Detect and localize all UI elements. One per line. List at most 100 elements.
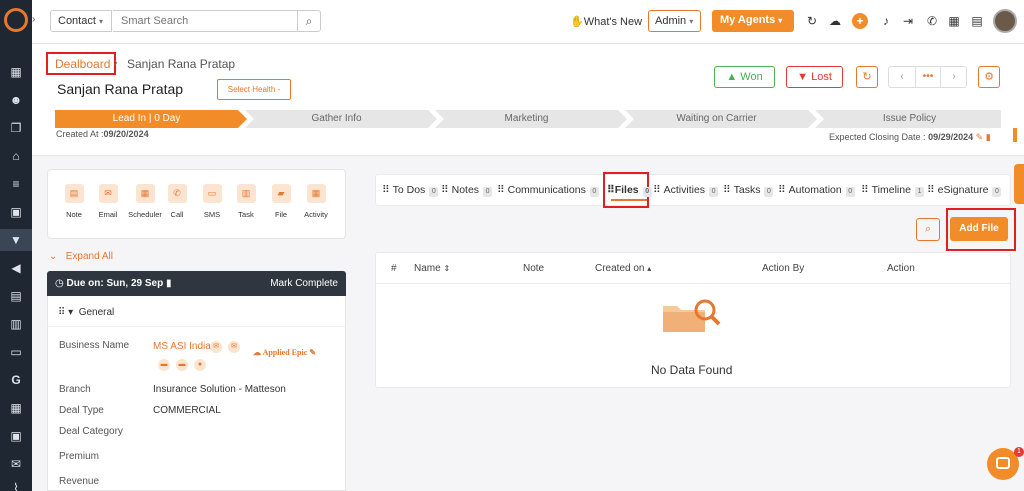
- action-activity[interactable]: ▦ Activity: [296, 184, 336, 219]
- column-header: Action By: [762, 263, 805, 274]
- tab-esignature[interactable]: ⠿ eSignature 0: [927, 184, 1002, 197]
- won-label: Won: [740, 71, 763, 83]
- won-button[interactable]: ▲ Won: [714, 66, 775, 88]
- email-icon[interactable]: ✉: [228, 341, 240, 353]
- chevron-down-icon: ▾: [778, 16, 783, 25]
- mark-complete-button[interactable]: Mark Complete: [270, 278, 338, 289]
- whats-new-link[interactable]: ✋What's New: [570, 15, 642, 28]
- id-card-icon[interactable]: ▣: [9, 205, 23, 219]
- more-options-button[interactable]: •••: [915, 67, 941, 87]
- lost-button[interactable]: ▼ Lost: [786, 66, 843, 88]
- tab-label: Automation: [788, 184, 842, 196]
- action-file[interactable]: ▰ File: [261, 184, 301, 219]
- expand-all-link[interactable]: ⌄ Expand All: [49, 251, 113, 262]
- tab-communications[interactable]: ⠿ Communications 0: [497, 184, 599, 197]
- tab-count: 0: [992, 187, 1002, 197]
- report-icon[interactable]: ▤: [9, 289, 23, 303]
- admin-select[interactable]: Admin ▾: [648, 10, 701, 32]
- email-icon[interactable]: ✉: [210, 341, 222, 353]
- location-icon[interactable]: ●: [194, 359, 206, 371]
- tab-label: Files: [614, 184, 639, 196]
- prev-record-button[interactable]: ‹: [889, 67, 915, 87]
- sidebar-toggle-icon[interactable]: ›: [32, 14, 42, 28]
- select-health-button[interactable]: Select Health -: [217, 79, 291, 100]
- tab-activities[interactable]: ⠿ Activities 0: [653, 184, 719, 197]
- table-icon[interactable]: ▦: [9, 401, 23, 415]
- business-name-value[interactable]: MS ASI India: [153, 341, 211, 352]
- chat-icon[interactable]: ▬: [158, 359, 170, 371]
- edit-icon[interactable]: ✎: [976, 132, 984, 142]
- folder-icon[interactable]: ▭: [9, 345, 23, 359]
- dashboard-icon[interactable]: ▦: [9, 65, 23, 79]
- action-email[interactable]: ✉ Email: [88, 184, 128, 219]
- analytics-icon[interactable]: ⌇: [9, 481, 23, 491]
- refresh-icon[interactable]: ↻: [805, 14, 819, 28]
- calendar-icon[interactable]: ▣: [9, 429, 23, 443]
- user-avatar[interactable]: [993, 9, 1017, 33]
- tab-notes[interactable]: ⠿ Notes 0: [441, 184, 493, 197]
- tab-files[interactable]: ⠿Files 0: [607, 184, 652, 197]
- mail-icon[interactable]: ✉: [9, 457, 23, 471]
- message-icon[interactable]: ▬: [176, 359, 188, 371]
- contact-select[interactable]: Contact ▾: [50, 10, 112, 32]
- add-file-button[interactable]: Add File: [950, 217, 1008, 241]
- revenue-label: Revenue: [59, 476, 100, 487]
- general-label: General: [78, 307, 115, 318]
- tab-to-dos[interactable]: ⠿ To Dos 0: [382, 184, 439, 197]
- smart-search-input[interactable]: [113, 10, 298, 32]
- logout-icon[interactable]: ⇥: [901, 14, 915, 28]
- sync-button[interactable]: ↻: [856, 66, 878, 88]
- applied-epic-logo[interactable]: ☁ Applied Epic ✎: [253, 348, 316, 357]
- files-search-button[interactable]: ⌕: [916, 218, 940, 241]
- breadcrumb-dealboard-link[interactable]: Dealboard: [55, 57, 110, 71]
- stage-label: Issue Policy: [882, 113, 937, 124]
- bell-icon[interactable]: ♪: [879, 14, 893, 28]
- applied-epic-label: Applied Epic: [262, 348, 308, 357]
- calculator-icon[interactable]: ▤: [970, 14, 984, 28]
- action-label: Task: [238, 210, 254, 219]
- app-logo[interactable]: [4, 8, 28, 32]
- tab-label: Notes: [451, 184, 480, 196]
- scroll-indicator: [1013, 128, 1017, 142]
- chat-badge: 1: [1014, 447, 1024, 457]
- drag-handle-icon: ⠿: [861, 184, 869, 196]
- documents-icon[interactable]: ❐: [9, 121, 23, 135]
- funnel-icon[interactable]: ▼: [9, 233, 23, 247]
- action-call[interactable]: ✆ Call: [157, 184, 197, 219]
- help-tab[interactable]: [1014, 164, 1024, 204]
- breadcrumb-separator-icon: ›: [114, 57, 118, 69]
- search-button[interactable]: ⌕: [297, 10, 321, 32]
- cloud-icon: ☁: [253, 348, 261, 357]
- tab-timeline[interactable]: ⠿ Timeline 1: [861, 184, 924, 197]
- tab-count: 0: [764, 187, 774, 197]
- chip-icon[interactable]: ▦: [947, 14, 961, 28]
- contacts-icon[interactable]: ☻: [9, 93, 23, 107]
- cloud-icon[interactable]: ☁: [827, 14, 843, 28]
- note-icon: ▤: [64, 184, 84, 203]
- trash-icon[interactable]: ▮: [986, 132, 991, 142]
- general-section-header[interactable]: ⠿ ▾ General: [58, 307, 114, 318]
- branch-label: Branch: [59, 384, 91, 395]
- due-text: Due on: Sun, 29 Sep: [66, 278, 164, 289]
- drag-handle-icon: ⠿: [607, 184, 615, 196]
- add-icon[interactable]: +: [852, 13, 868, 29]
- drag-handle-icon: ⠿: [778, 184, 786, 196]
- phone-icon[interactable]: ✆: [925, 14, 939, 28]
- drag-handle-icon[interactable]: ⠿: [58, 307, 65, 318]
- column-header-name[interactable]: Name ⇕: [414, 263, 450, 274]
- tab-automation[interactable]: ⠿ Automation 0: [778, 184, 855, 197]
- search-icon: ⌕: [924, 223, 932, 235]
- my-agents-button[interactable]: My Agents ▾: [712, 10, 794, 32]
- action-task[interactable]: ▥ Task: [226, 184, 266, 219]
- bank-icon[interactable]: ⌂: [9, 149, 23, 163]
- edit-icon[interactable]: ✎: [309, 348, 316, 357]
- next-record-button[interactable]: ›: [941, 67, 967, 87]
- settings-button[interactable]: ⚙: [978, 66, 1000, 88]
- column-header-created[interactable]: Created on ▴: [595, 263, 651, 274]
- tab-tasks[interactable]: ⠿ Tasks 0: [723, 184, 774, 197]
- bar-chart-icon[interactable]: ▥: [9, 317, 23, 331]
- megaphone-icon[interactable]: ◀: [9, 261, 23, 275]
- google-icon[interactable]: G: [9, 373, 23, 387]
- list-icon[interactable]: ≡: [9, 177, 23, 191]
- clock-icon: ◷: [55, 278, 64, 289]
